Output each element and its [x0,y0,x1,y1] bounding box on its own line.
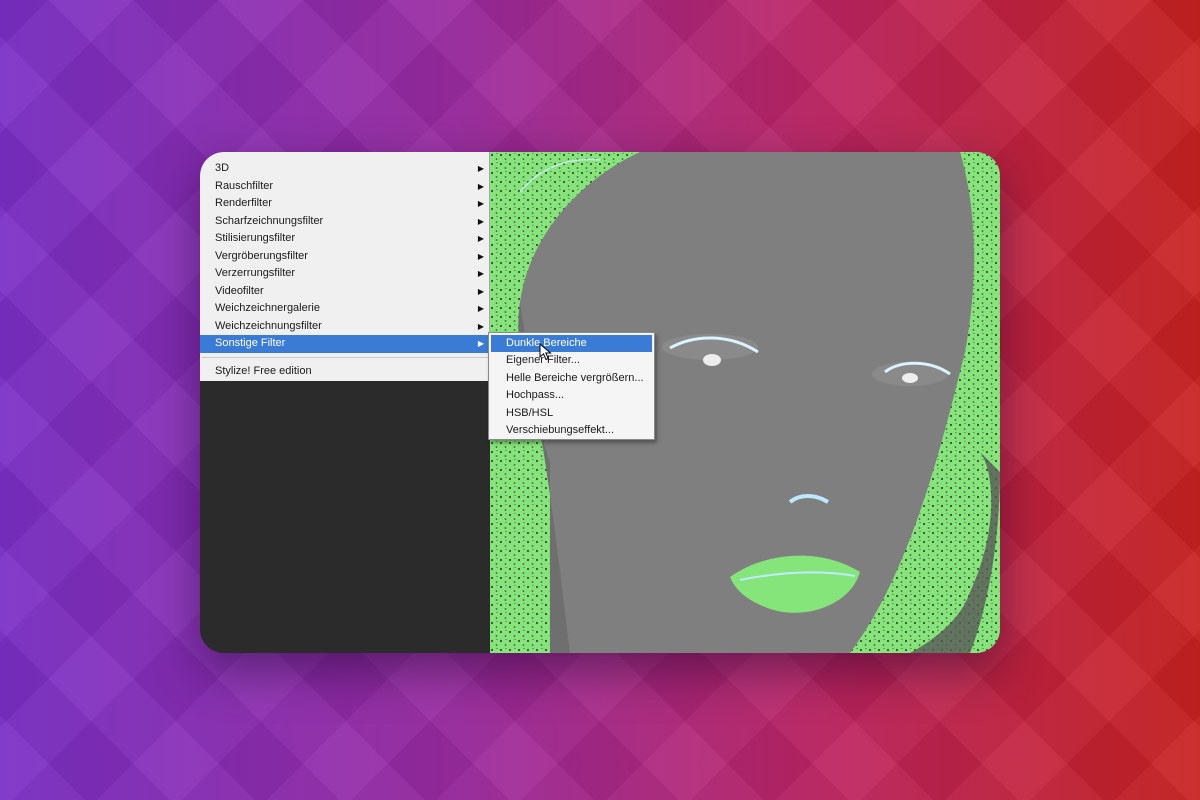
menu-item-verzerrungsfilter[interactable]: Verzerrungsfilter ▶ [200,265,489,283]
menu-item-stilisierungsfilter[interactable]: Stilisierungsfilter ▶ [200,230,489,248]
menu-item-label: Rauschfilter [215,179,274,192]
submenu-arrow-icon: ▶ [477,286,484,296]
submenu-item-hochpass[interactable]: Hochpass... [491,387,652,404]
menu-item-renderfilter[interactable]: Renderfilter ▶ [200,195,489,213]
submenu-arrow-icon: ▶ [477,234,484,243]
menu-item-label: Weichzeichnungsfilter [215,319,322,332]
sonstige-filter-submenu: Dunkle Bereiche vergrößern... Eigener Fi… [488,332,655,440]
submenu-arrow-icon: ▶ [477,164,484,173]
submenu-arrow-icon: ▶ [477,339,484,348]
filter-menu: 3D ▶ Rauschfilter ▶ Renderfilter ▶ Scharfze… [200,152,490,381]
menu-item-videofilter[interactable]: Videofilter ▶ [200,283,489,301]
menu-item-label: Stylize! Free edition [215,364,312,377]
menu-item-3d[interactable]: 3D ▶ [200,160,489,178]
menu-item-label: Scharfzeichnungsfilter [215,214,324,227]
submenu-item-eigener-filter[interactable]: Eigener Filter... [491,352,652,369]
menu-item-label: Weichzeichnergalerie [215,302,320,314]
submenu-arrow-icon: ▶ [477,304,484,313]
submenu-item-hsb-hsl[interactable]: HSB/HSL [491,405,652,422]
menu-item-vergroeberungsfilter[interactable]: Vergröberungsfilter ▶ [200,248,489,266]
menu-item-label: Videofilter [215,284,264,297]
menu-item-rauschfilter[interactable]: Rauschfilter ▶ [200,178,489,196]
submenu-arrow-icon: ▶ [477,269,484,278]
submenu-item-dunkle-bereiche[interactable]: Dunkle Bereiche vergrößern... [491,335,652,366]
app-window-card: 3D ▶ Rauschfilter ▶ Renderfilter ▶ Scharfze… [200,152,1000,653]
menu-item-weichzeichnungsfilter[interactable]: Weichzeichnungsfilter ▶ [200,318,489,336]
submenu-arrow-icon: ▶ [477,321,484,331]
dark-workspace-panel [200,381,490,653]
menu-item-label: Renderfilter [215,197,272,209]
submenu-arrow-icon: ▶ [477,216,484,226]
menu-item-weichzeichnergalerie[interactable]: Weichzeichnergalerie ▶ [200,300,489,318]
menu-item-scharfzeichnungsfilter[interactable]: Scharfzeichnungsfilter ▶ [200,213,489,231]
submenu-arrow-icon: ▶ [477,251,484,261]
menu-item-label: Vergröberungsfilter [215,249,308,262]
submenu-item-verschiebungseffekt[interactable]: Verschiebungseffekt... [491,422,652,439]
menu-item-label: Stilisierungsfilter [215,232,296,244]
submenu-arrow-icon: ▶ [477,199,484,208]
submenu-item-helle-bereiche[interactable]: Helle Bereiche vergrößern... [491,370,652,387]
mouse-pointer-icon [539,343,552,361]
menu-separator [202,356,489,358]
menu-item-stylize-plugin[interactable]: Stylize! Free edition [200,363,489,381]
submenu-arrow-icon: ▶ [477,181,484,191]
menu-item-label: Verzerrungsfilter [215,267,296,279]
menu-item-label: 3D [215,162,230,174]
menu-item-label: Sonstige Filter [215,337,286,349]
menu-item-sonstige-filter[interactable]: Sonstige Filter ▶ [200,335,489,353]
